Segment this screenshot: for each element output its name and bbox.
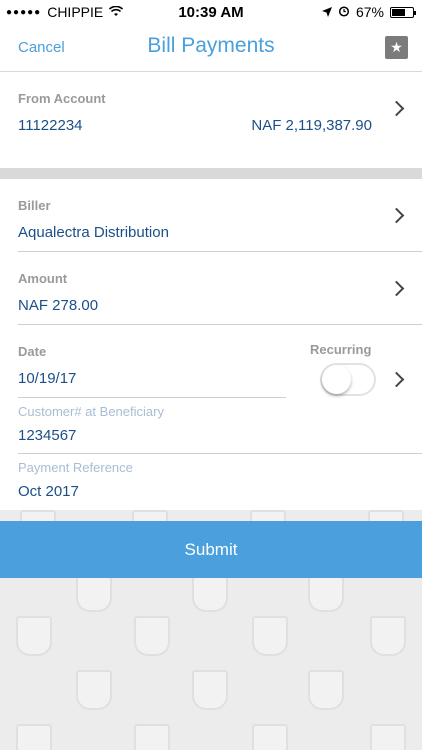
crest-watermark bbox=[192, 572, 228, 612]
crest-watermark bbox=[134, 616, 170, 656]
date-value: 10/19/17 bbox=[18, 370, 77, 387]
customer-number-value: 1234567 bbox=[18, 427, 77, 444]
crest-watermark bbox=[16, 616, 52, 656]
customer-number-row[interactable]: Customer# at Beneficiary 1234567 bbox=[0, 398, 422, 453]
from-account-number: 11122234 bbox=[18, 117, 83, 134]
recurring-label: Recurring bbox=[310, 342, 372, 357]
section-separator bbox=[0, 168, 422, 179]
location-arrow-icon bbox=[321, 4, 332, 20]
crest-watermark bbox=[76, 572, 112, 612]
crest-watermark bbox=[308, 572, 344, 612]
battery-fill bbox=[392, 8, 406, 16]
from-account-label: From Account bbox=[18, 91, 106, 106]
amount-value: NAF 278.00 bbox=[18, 297, 99, 314]
chevron-right-icon bbox=[388, 371, 405, 388]
date-label: Date bbox=[18, 344, 47, 359]
biller-value: Aqualectra Distribution bbox=[18, 224, 169, 241]
spacer bbox=[0, 140, 422, 168]
star-icon[interactable]: ★ bbox=[385, 36, 408, 59]
customer-number-label: Customer# at Beneficiary bbox=[18, 404, 164, 419]
recurring-toggle[interactable] bbox=[320, 363, 376, 396]
crest-watermark bbox=[16, 724, 52, 750]
payment-reference-label: Payment Reference bbox=[18, 460, 133, 475]
crest-watermark bbox=[192, 670, 228, 710]
amount-row[interactable]: Amount NAF 278.00 bbox=[0, 252, 422, 324]
payment-reference-row[interactable]: Payment Reference Oct 2017 bbox=[0, 454, 422, 510]
status-bar: ●●●●● CHIPPIE 10:39 AM 67% bbox=[0, 0, 422, 24]
chevron-right-icon bbox=[388, 100, 405, 117]
crest-watermark bbox=[370, 616, 406, 656]
biller-label: Biller bbox=[18, 198, 51, 213]
crest-watermark bbox=[370, 724, 406, 750]
from-account-row[interactable]: From Account 11122234 NAF 2,119,387.90 bbox=[0, 73, 422, 140]
crest-watermark bbox=[252, 616, 288, 656]
crest-watermark bbox=[76, 670, 112, 710]
amount-label: Amount bbox=[18, 271, 68, 286]
cancel-button[interactable]: Cancel bbox=[18, 39, 65, 56]
battery-icon bbox=[390, 6, 416, 18]
nav-bar: Cancel Bill Payments ★ bbox=[0, 24, 422, 72]
biller-row[interactable]: Biller Aqualectra Distribution bbox=[0, 179, 422, 251]
crest-watermark bbox=[308, 670, 344, 710]
from-account-balance: NAF 2,119,387.90 bbox=[251, 117, 372, 134]
crest-watermark bbox=[252, 724, 288, 750]
crest-watermark bbox=[134, 724, 170, 750]
battery-percent: 67% bbox=[355, 4, 384, 20]
alarm-clock-icon bbox=[338, 4, 350, 20]
chevron-right-icon bbox=[388, 280, 405, 297]
submit-button[interactable]: Submit bbox=[0, 521, 422, 578]
toggle-knob bbox=[322, 365, 351, 394]
payment-reference-value: Oct 2017 bbox=[18, 483, 79, 500]
status-right: 67% bbox=[321, 4, 416, 20]
chevron-right-icon bbox=[388, 207, 405, 224]
